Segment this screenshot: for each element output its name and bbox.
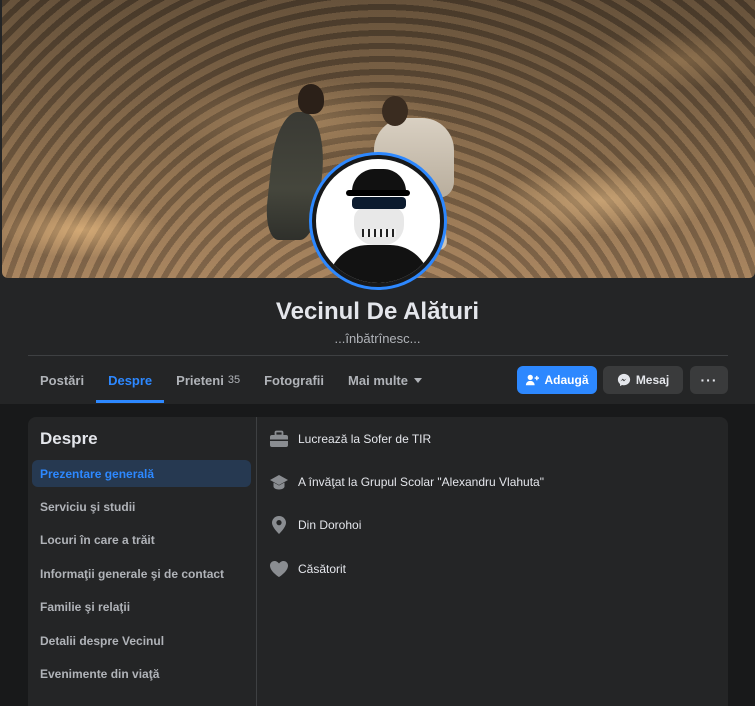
caret-down-icon: [414, 377, 422, 383]
about-sidebar: Despre Prezentare generală Serviciu şi s…: [28, 417, 257, 706]
add-friend-label: Adaugă: [544, 373, 589, 387]
about-title: Despre: [40, 429, 98, 448]
about-nav-label: Evenimente din viaţă: [40, 666, 160, 681]
more-dots-icon: ···: [700, 372, 718, 388]
cover-figure-man-head: [382, 96, 408, 126]
info-row-work: Lucrează la Sofer de TIR: [268, 428, 431, 450]
info-text: A învăţat la Grupul Scolar "Alexandru Vl…: [298, 475, 544, 489]
heart-icon: [268, 558, 290, 580]
tab-label: Despre: [108, 372, 153, 388]
info-text: Din Dorohoi: [298, 518, 362, 532]
avatar-teeth: [362, 229, 396, 237]
about-nav-label: Detalii despre Vecinul: [40, 633, 165, 648]
message-label: Mesaj: [635, 373, 670, 387]
messenger-icon: [617, 373, 630, 387]
about-nav-family[interactable]: Familie şi relaţii: [32, 593, 251, 620]
about-nav-work-education[interactable]: Serviciu şi studii: [32, 493, 251, 520]
about-nav-label: Informaţii generale şi de contact: [40, 566, 225, 581]
about-nav-places-lived[interactable]: Locuri în care a trăit: [32, 526, 251, 553]
location-pin-icon: [268, 514, 290, 536]
avatar-skull-mask: [354, 207, 404, 245]
about-nav-overview[interactable]: Prezentare generală: [32, 460, 251, 487]
add-friend-icon: [526, 374, 540, 386]
about-nav-label: Familie şi relaţii: [40, 599, 131, 614]
more-options-button[interactable]: ···: [690, 366, 728, 394]
profile-tabs: Postări Despre Prieteni 35 Fotografii Mai…: [28, 357, 434, 403]
tab-photos[interactable]: Fotografii: [252, 357, 336, 403]
friends-count: 35: [227, 374, 241, 386]
info-row-relationship: Căsătorit: [268, 558, 346, 580]
tab-label: Postări: [40, 372, 85, 388]
graduation-cap-icon: [268, 471, 290, 493]
avatar-cap-brim: [346, 190, 410, 196]
avatar-sunglasses: [352, 197, 406, 209]
info-text: Căsătorit: [298, 562, 347, 576]
about-card: Despre Prezentare generală Serviciu şi s…: [28, 417, 728, 706]
profile-avatar[interactable]: [309, 152, 447, 290]
cover-figure-woman-head: [298, 84, 324, 114]
info-row-education: A învăţat la Grupul Scolar "Alexandru Vl…: [268, 471, 544, 493]
avatar-border: [312, 155, 444, 287]
header-divider: [28, 355, 728, 356]
tab-label: Mai multe: [348, 372, 408, 388]
profile-bio: ...înbătrînesc...: [334, 331, 421, 346]
briefcase-icon: [268, 428, 290, 450]
avatar-image: [316, 159, 440, 283]
tab-label: Fotografii: [264, 372, 325, 388]
tab-posts[interactable]: Postări: [28, 357, 96, 403]
info-text: Lucrează la Sofer de TIR: [298, 432, 432, 446]
info-row-hometown: Din Dorohoi: [268, 514, 361, 536]
about-nav-label: Locuri în care a trăit: [40, 532, 155, 547]
about-nav-label: Serviciu şi studii: [40, 499, 136, 514]
message-button[interactable]: Mesaj: [603, 366, 683, 394]
tab-about[interactable]: Despre: [96, 357, 165, 403]
profile-name: Vecinul De Alături: [275, 298, 480, 325]
tab-friends[interactable]: Prieteni 35: [164, 357, 252, 403]
about-nav-contact-info[interactable]: Informaţii generale şi de contact: [32, 560, 251, 587]
add-friend-button[interactable]: Adaugă: [517, 366, 597, 394]
about-nav-details[interactable]: Detalii despre Vecinul: [32, 627, 251, 654]
about-nav-label: Prezentare generală: [40, 466, 155, 481]
tab-more[interactable]: Mai multe: [336, 357, 434, 403]
about-nav-life-events[interactable]: Evenimente din viaţă: [32, 660, 251, 687]
tab-label: Prieteni: [176, 372, 224, 388]
avatar-jacket: [328, 245, 430, 283]
